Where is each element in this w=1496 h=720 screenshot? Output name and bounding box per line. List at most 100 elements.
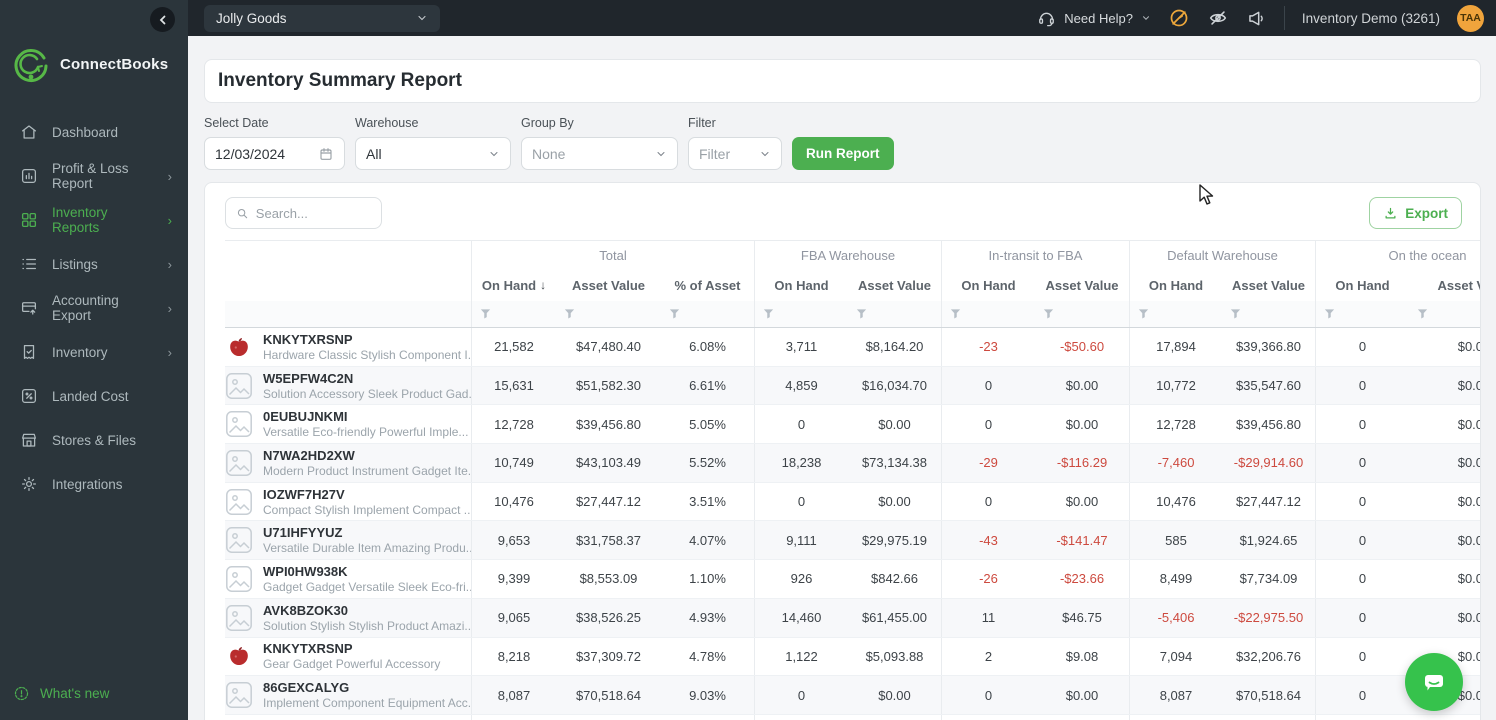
sidebar-item-listings[interactable]: Listings ›	[0, 242, 188, 286]
product-sku: U71IHFYYUZ	[263, 525, 343, 541]
sidebar-item-profit-loss-report[interactable]: Profit & Loss Report ›	[0, 154, 188, 198]
sidebar-item-integrations[interactable]: Integrations	[0, 462, 188, 506]
column-header[interactable]: Asset Value	[1222, 269, 1315, 301]
company-select[interactable]: Jolly Goods	[204, 4, 440, 32]
topbar-divider	[1283, 6, 1285, 30]
sidebar-collapse-button[interactable]	[150, 7, 175, 32]
filter-funnel-icon	[1324, 309, 1335, 319]
chevron-down-icon	[761, 151, 769, 156]
value-cell: $35,547.60	[1235, 378, 1302, 394]
column-header[interactable]: On Hand	[941, 269, 1035, 301]
value-cell: $0.00	[878, 687, 911, 703]
product-cell: U95CHD4B3B	[225, 715, 471, 720]
chevron-right-icon: ›	[167, 344, 172, 360]
date-input[interactable]: 12/03/2024	[204, 137, 345, 170]
value-cell: 6.08%	[689, 339, 726, 355]
value-cell: $0.00	[1457, 455, 1480, 471]
product-sku: IOZWF7H27V	[263, 486, 345, 502]
column-header[interactable]: Asset Value	[1035, 269, 1129, 301]
value-cell: -$29,914.60	[1233, 455, 1304, 471]
sidebar-item-dashboard[interactable]: Dashboard	[0, 110, 188, 154]
column-filter-button[interactable]	[941, 301, 1035, 327]
filter-funnel-icon	[564, 309, 575, 319]
column-header[interactable]: Asset Value	[556, 269, 661, 301]
sidebar-item-inventory[interactable]: Inventory ›	[0, 330, 188, 374]
column-filter-button[interactable]	[471, 301, 556, 327]
column-header[interactable]: On Hand ↓	[471, 269, 556, 301]
column-header[interactable]: % of Asset	[661, 269, 754, 301]
value-cell: $5,093.88	[865, 648, 924, 664]
column-filter-button[interactable]	[1409, 301, 1480, 327]
value-cell: 0	[1315, 366, 1409, 405]
sidebar-item-accounting-export[interactable]: Accounting Export ›	[0, 286, 188, 330]
warehouse-select[interactable]: All	[355, 137, 511, 170]
export-button[interactable]: Export	[1369, 197, 1462, 229]
search-input[interactable]	[255, 205, 371, 221]
product-sku: W5EPFW4C2N	[263, 370, 354, 386]
column-filter-button[interactable]	[1035, 301, 1129, 327]
value-cell: $8,164.20	[865, 339, 924, 355]
run-report-button[interactable]: Run Report	[792, 137, 894, 170]
column-header[interactable]: On Hand	[1129, 269, 1222, 301]
table-row[interactable]: N7WA2HD2XW Modern Product Instrument Gadg…	[225, 444, 1480, 483]
avatar[interactable]: TAA	[1457, 4, 1484, 32]
value-cell: 15,631	[471, 366, 556, 405]
value-cell: 8,499	[1129, 560, 1222, 598]
value-cell: $39,366.80	[1235, 339, 1302, 355]
column-filter-button[interactable]	[848, 301, 941, 327]
whats-new-button[interactable]: What's new	[13, 685, 109, 702]
value-cell: 0	[1315, 328, 1409, 366]
image-placeholder-icon	[225, 565, 253, 593]
column-header[interactable]: Asset Value	[1409, 269, 1481, 301]
column-filter-button[interactable]	[1222, 301, 1315, 327]
value-cell: $27,447.12	[575, 494, 642, 510]
value-cell: 926	[754, 560, 848, 598]
value-cell: 3,711	[754, 328, 848, 366]
table-row[interactable]: IOZWF7H27V Compact Stylish Implement Comp…	[225, 482, 1480, 522]
table-row[interactable]: AVK8BZOK30 Solution Stylish Stylish Produ…	[225, 598, 1480, 638]
image-placeholder-icon	[226, 411, 252, 438]
table-row[interactable]: 86GEXCALYG Implement Component Equipment …	[225, 676, 1480, 715]
column-header[interactable]: On Hand	[1315, 269, 1409, 301]
eye-off-icon[interactable]	[1207, 7, 1229, 29]
group-by-select[interactable]: None	[521, 137, 678, 170]
column-filter-button[interactable]	[754, 301, 848, 327]
sidebar-item-stores-files[interactable]: Stores & Files	[0, 418, 188, 462]
filter-funnel-icon	[950, 309, 961, 319]
column-filter-button[interactable]	[556, 301, 661, 327]
value-cell: $70,518.64	[575, 687, 642, 703]
sidebar-item-inventory-reports[interactable]: Inventory Reports ›	[0, 198, 188, 242]
filter-select[interactable]: Filter	[688, 137, 782, 170]
image-placeholder-icon	[225, 372, 253, 400]
need-help-button[interactable]: Need Help?	[1037, 9, 1151, 28]
chat-widget-button[interactable]	[1405, 653, 1463, 711]
table-row[interactable]: U71IHFYYUZ Versatile Durable Item Amazing…	[225, 521, 1480, 561]
value-cell	[661, 715, 754, 720]
gauge-off-icon[interactable]	[1168, 7, 1190, 29]
table-row[interactable]: U95CHD4B3B	[225, 714, 1480, 720]
column-filter-button[interactable]	[1315, 301, 1409, 327]
value-cell: 9,399	[471, 560, 556, 598]
sidebar-item-landed-cost[interactable]: Landed Cost	[0, 374, 188, 418]
value-cell: 0	[1315, 444, 1409, 482]
column-filter-button[interactable]	[1129, 301, 1222, 327]
chevron-down-icon	[418, 15, 426, 21]
search-box[interactable]	[225, 197, 382, 229]
table-row[interactable]: KNKYTXRSNP Gear Gadget Powerful Accessory…	[225, 637, 1480, 677]
value-cell: 4.93%	[689, 610, 726, 626]
table-row[interactable]: 0EUBUJNKMI Versatile Eco-friendly Powerfu…	[225, 405, 1480, 445]
megaphone-icon[interactable]	[1246, 8, 1267, 29]
table-row[interactable]: W5EPFW4C2N Solution Accessory Sleek Produ…	[225, 366, 1480, 406]
value-cell: 0	[941, 366, 1035, 405]
table-row[interactable]: WPI0HW938K Gadget Gadget Versatile Sleek …	[225, 560, 1480, 599]
chevron-right-icon: ›	[167, 212, 172, 228]
column-header[interactable]: Asset Value	[848, 269, 941, 301]
page-title: Inventory Summary Report	[218, 70, 462, 91]
table-row[interactable]: KNKYTXRSNP Hardware Classic Stylish Compo…	[225, 328, 1480, 367]
value-cell: 0	[1315, 521, 1409, 560]
table-column-header-row: On Hand ↓ Asset Value% of Asset On Hand Asse…	[225, 269, 1480, 301]
column-header[interactable]: On Hand	[754, 269, 848, 301]
column-filter-button[interactable]	[661, 301, 754, 327]
value-cell: $1,924.65	[1239, 532, 1298, 548]
value-cell: $73,134.38	[861, 455, 928, 471]
